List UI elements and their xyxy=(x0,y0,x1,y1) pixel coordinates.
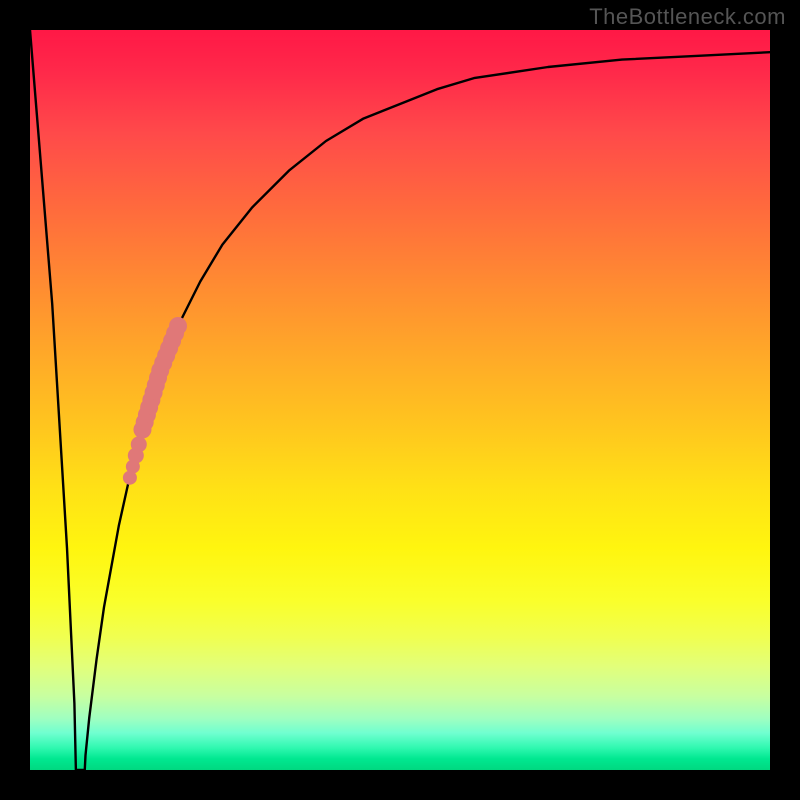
marker-group xyxy=(123,317,187,485)
plot-area xyxy=(30,30,770,770)
chart-svg xyxy=(30,30,770,770)
attribution-text: TheBottleneck.com xyxy=(589,4,786,30)
marker-dot xyxy=(133,421,151,439)
bottleneck-curve xyxy=(30,30,770,770)
marker-dot xyxy=(123,471,137,485)
